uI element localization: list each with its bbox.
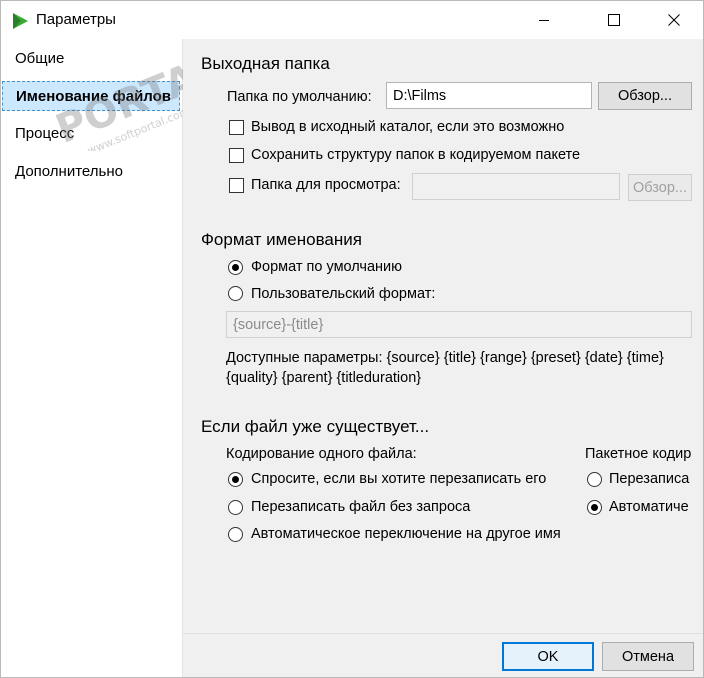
keep-structure-label: Сохранить структуру папок в кодируемом п… xyxy=(251,147,581,163)
default-format-label: Формат по умолчанию xyxy=(251,259,403,275)
auto-rename-label: Автоматическое переключение на другое им… xyxy=(251,526,561,542)
keep-structure-checkbox[interactable] xyxy=(229,148,244,163)
maximize-button[interactable] xyxy=(591,1,637,39)
window-title: Параметры xyxy=(36,11,116,28)
output-folder-heading: Выходная папка xyxy=(201,54,330,73)
cancel-button[interactable]: Отмена xyxy=(602,642,694,671)
default-folder-label: Папка по умолчанию: xyxy=(227,89,372,105)
available-params-line1: Доступные параметры: {source} {title} {r… xyxy=(226,350,664,366)
source-dir-label: Вывод в исходный каталог, если это возмо… xyxy=(251,119,565,135)
title-bar: Параметры xyxy=(1,1,703,39)
browse-button[interactable]: Обзор... xyxy=(598,82,692,110)
naming-format-heading: Формат именования xyxy=(201,230,362,249)
sidebar-item-process[interactable]: Процесс xyxy=(2,119,180,149)
sidebar-item-file-naming[interactable]: Именование файлов xyxy=(2,81,180,111)
auto-rename-radio[interactable] xyxy=(228,527,243,542)
preview-folder-checkbox[interactable] xyxy=(229,178,244,193)
batch-overwrite-radio[interactable] xyxy=(587,472,602,487)
batch-auto-radio[interactable] xyxy=(587,500,602,515)
file-exists-heading: Если файл уже существует... xyxy=(201,417,430,436)
source-dir-checkbox[interactable] xyxy=(229,120,244,135)
maximize-icon xyxy=(608,14,620,26)
ask-overwrite-label: Спросите, если вы хотите перезаписать ег… xyxy=(251,471,547,487)
settings-window: Параметры Общие Именование файлов Процес… xyxy=(0,0,704,678)
ok-button[interactable]: OK xyxy=(502,642,594,671)
app-play-icon xyxy=(11,12,29,30)
custom-format-input[interactable] xyxy=(226,311,692,338)
sidebar-item-general[interactable]: Общие xyxy=(2,44,180,74)
overwrite-no-prompt-label: Перезаписать файл без запроса xyxy=(251,499,471,515)
batch-heading: Пакетное кодир xyxy=(585,446,692,462)
overwrite-no-prompt-radio[interactable] xyxy=(228,500,243,515)
available-params-line2: {quality} {parent} {titleduration} xyxy=(226,370,422,386)
batch-auto-label: Автоматиче xyxy=(609,499,689,515)
settings-sidebar: Общие Именование файлов Процесс Дополнит… xyxy=(1,39,183,677)
dialog-footer: OK Отмена xyxy=(183,633,703,677)
custom-format-radio[interactable] xyxy=(228,286,243,301)
custom-format-label: Пользовательский формат: xyxy=(251,286,436,302)
sidebar-item-advanced[interactable]: Дополнительно xyxy=(2,157,180,187)
close-button[interactable] xyxy=(651,1,697,39)
default-format-radio[interactable] xyxy=(228,260,243,275)
batch-overwrite-label: Перезаписа xyxy=(609,471,690,487)
settings-content: Выходная папка Папка по умолчанию: Обзор… xyxy=(183,39,703,633)
preview-folder-label: Папка для просмотра: xyxy=(251,177,401,193)
minimize-button[interactable] xyxy=(521,1,567,39)
preview-browse-button[interactable]: Обзор... xyxy=(628,174,692,201)
preview-folder-input[interactable] xyxy=(412,173,620,200)
close-icon xyxy=(668,14,680,26)
minimize-icon xyxy=(539,20,549,21)
single-file-heading: Кодирование одного файла: xyxy=(226,446,417,462)
default-folder-input[interactable] xyxy=(386,82,592,109)
ask-overwrite-radio[interactable] xyxy=(228,472,243,487)
